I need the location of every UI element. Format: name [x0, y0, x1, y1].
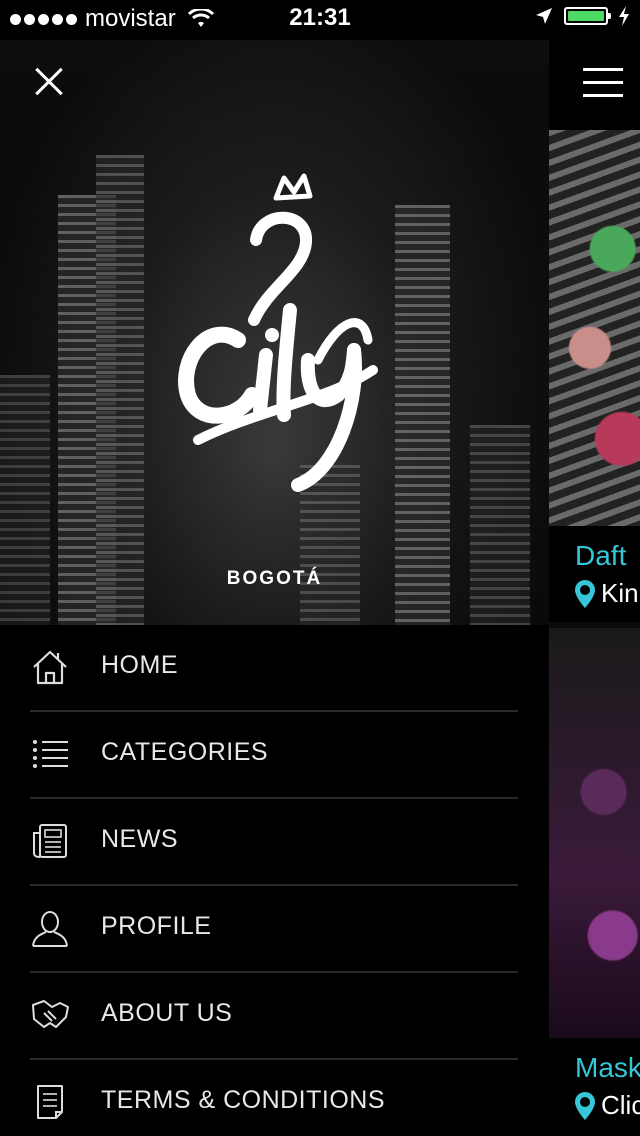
- event-location: Kin: [575, 578, 639, 609]
- menu-item-home[interactable]: HOME: [0, 625, 549, 710]
- menu-item-news[interactable]: NEWS: [0, 799, 549, 884]
- event-info: Daft Kin: [549, 526, 640, 622]
- event-location: Clic: [575, 1090, 640, 1121]
- user-icon: [32, 911, 68, 947]
- battery-fill: [568, 11, 604, 21]
- drawer-menu: HOME CATEGORIES NEWS PROFILE ABOUT US TE…: [0, 625, 549, 1136]
- app-logo: [178, 173, 378, 492]
- event-info: Mask Clic: [549, 1038, 640, 1136]
- close-icon[interactable]: [28, 62, 68, 102]
- event-location-text: Kin: [601, 578, 639, 608]
- side-drawer: BOGOTÁ HOME CATEGORIES NEWS PROFILE ABOU…: [0, 40, 549, 1136]
- event-card[interactable]: Daft Kin: [549, 130, 640, 622]
- location-arrow-icon: [536, 8, 552, 24]
- newspaper-icon: [33, 824, 67, 858]
- menu-item-label: CATEGORIES: [101, 738, 269, 766]
- menu-item-terms[interactable]: TERMS & CONDITIONS: [0, 1060, 549, 1136]
- status-right: [534, 6, 630, 26]
- menu-item-label: PROFILE: [101, 912, 212, 940]
- handshake-icon: [32, 1000, 69, 1028]
- map-pin-icon: [575, 579, 595, 608]
- list-icon: [33, 740, 68, 768]
- event-location-text: Clic: [601, 1090, 640, 1120]
- hamburger-menu-icon[interactable]: [583, 68, 623, 98]
- menu-item-categories[interactable]: CATEGORIES: [0, 712, 549, 797]
- menu-item-label: TERMS & CONDITIONS: [101, 1086, 386, 1114]
- content-top-bar: [549, 40, 640, 130]
- battery-icon: [564, 7, 611, 25]
- event-title: Mask: [575, 1052, 640, 1083]
- drawer-header: BOGOTÁ: [0, 40, 549, 625]
- charging-bolt-icon: [619, 6, 629, 26]
- event-card[interactable]: Mask Clic: [549, 628, 640, 1136]
- menu-item-label: NEWS: [101, 825, 178, 853]
- menu-item-label: HOME: [101, 651, 178, 679]
- event-title: Daft: [575, 540, 627, 571]
- content-panel[interactable]: Daft Kin Mask Clic: [549, 40, 640, 1136]
- menu-item-about-us[interactable]: ABOUT US: [0, 973, 549, 1058]
- city-name: BOGOTÁ: [226, 568, 323, 589]
- document-icon: [37, 1085, 63, 1119]
- house-icon: [33, 650, 67, 685]
- menu-item-label: ABOUT US: [101, 999, 233, 1027]
- map-pin-icon: [575, 1091, 595, 1120]
- event-image: [549, 130, 640, 526]
- status-bar: movistar 21:31: [0, 0, 640, 40]
- event-image: [549, 628, 640, 1038]
- menu-item-profile[interactable]: PROFILE: [0, 886, 549, 971]
